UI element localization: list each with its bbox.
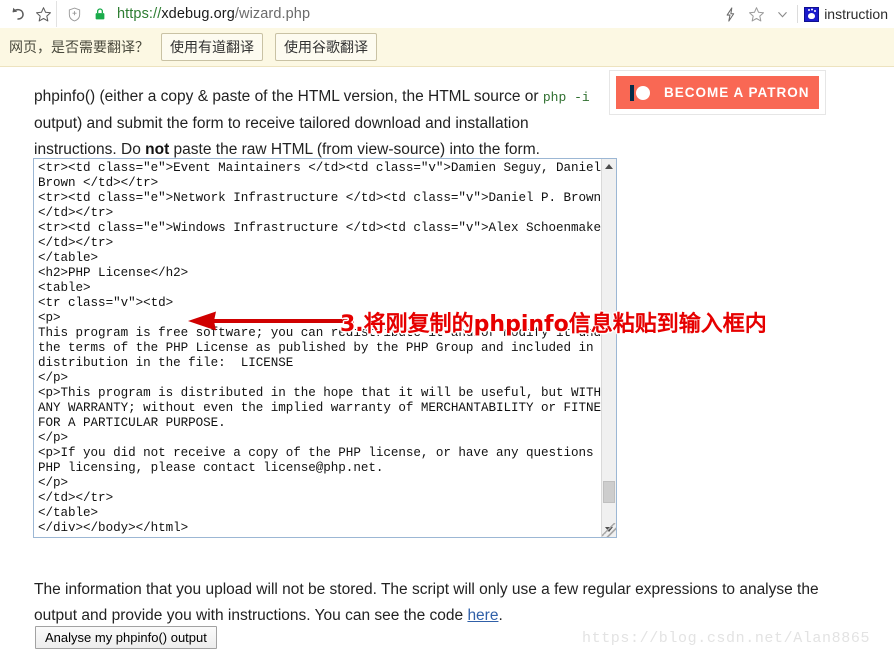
intro-text-part1: phpinfo() (either a copy & paste of the … — [34, 87, 543, 105]
star-icon[interactable] — [30, 1, 56, 27]
patron-widget: BECOME A PATRON — [609, 70, 826, 115]
phpinfo-textarea[interactable] — [34, 159, 602, 537]
url-path: /wizard.php — [234, 6, 311, 22]
annotation-step-3: 3.将刚复制的phpinfo信息粘贴到输入框内 — [340, 312, 767, 337]
bookmark-label: instruction — [824, 6, 888, 22]
watermark-text: https://blog.csdn.net/Alan8865 — [582, 630, 871, 647]
google-translate-button[interactable]: 使用谷歌翻译 — [275, 33, 377, 61]
disclaimer-paragraph: The information that you upload will not… — [34, 577, 834, 629]
textarea-scrollbar[interactable] — [601, 159, 616, 537]
paw-icon — [804, 6, 820, 22]
url-host: xdebug.org — [161, 6, 235, 22]
become-a-patron-button[interactable]: BECOME A PATRON — [616, 76, 819, 109]
analyse-phpinfo-button[interactable]: Analyse my phpinfo() output — [35, 626, 217, 649]
php-i-code: php -i — [542, 89, 590, 105]
url-scheme: https:// — [117, 6, 162, 22]
toolbar-right-group: instruction — [717, 1, 894, 27]
textarea-resize-grip[interactable] — [602, 523, 616, 537]
scrollbar-thumb[interactable] — [603, 481, 615, 503]
chevron-down-icon[interactable] — [769, 1, 795, 27]
address-bar[interactable]: https://xdebug.org/wizard.php — [56, 1, 717, 27]
see-the-code-link[interactable]: here — [467, 607, 498, 624]
intro-paragraph: phpinfo() (either a copy & paste of the … — [34, 84, 604, 163]
translation-question: 网页，是否需要翻译？ — [9, 39, 149, 55]
intro-text-part3: paste the raw HTML (from view-source) in… — [169, 140, 540, 158]
scroll-up-arrow-icon[interactable] — [602, 159, 616, 174]
patron-button-label: BECOME A PATRON — [664, 85, 810, 100]
translation-notification-bar: 网页，是否需要翻译？ 使用有道翻译 使用谷歌翻译 — [0, 28, 894, 67]
url-text: https://xdebug.org/wizard.php — [117, 6, 310, 22]
shield-icon[interactable] — [61, 1, 87, 27]
toolbar-divider — [797, 5, 799, 23]
back-arrow-icon[interactable] — [4, 1, 30, 27]
lightning-icon[interactable] — [717, 1, 743, 27]
disclaimer-period: . — [498, 606, 503, 624]
intro-text-not: not — [145, 140, 170, 158]
page-content: phpinfo() (either a copy & paste of the … — [0, 67, 894, 657]
bookmark-instruction[interactable]: instruction — [800, 1, 894, 27]
browser-toolbar: https://xdebug.org/wizard.php instructio… — [0, 0, 894, 29]
patreon-logo-icon — [630, 84, 652, 101]
star-outline-icon[interactable] — [743, 1, 769, 27]
phpinfo-input-container[interactable] — [33, 158, 617, 538]
youdao-translate-button[interactable]: 使用有道翻译 — [161, 33, 263, 61]
lock-icon — [87, 1, 113, 27]
disclaimer-text: The information that you upload will not… — [34, 580, 819, 624]
